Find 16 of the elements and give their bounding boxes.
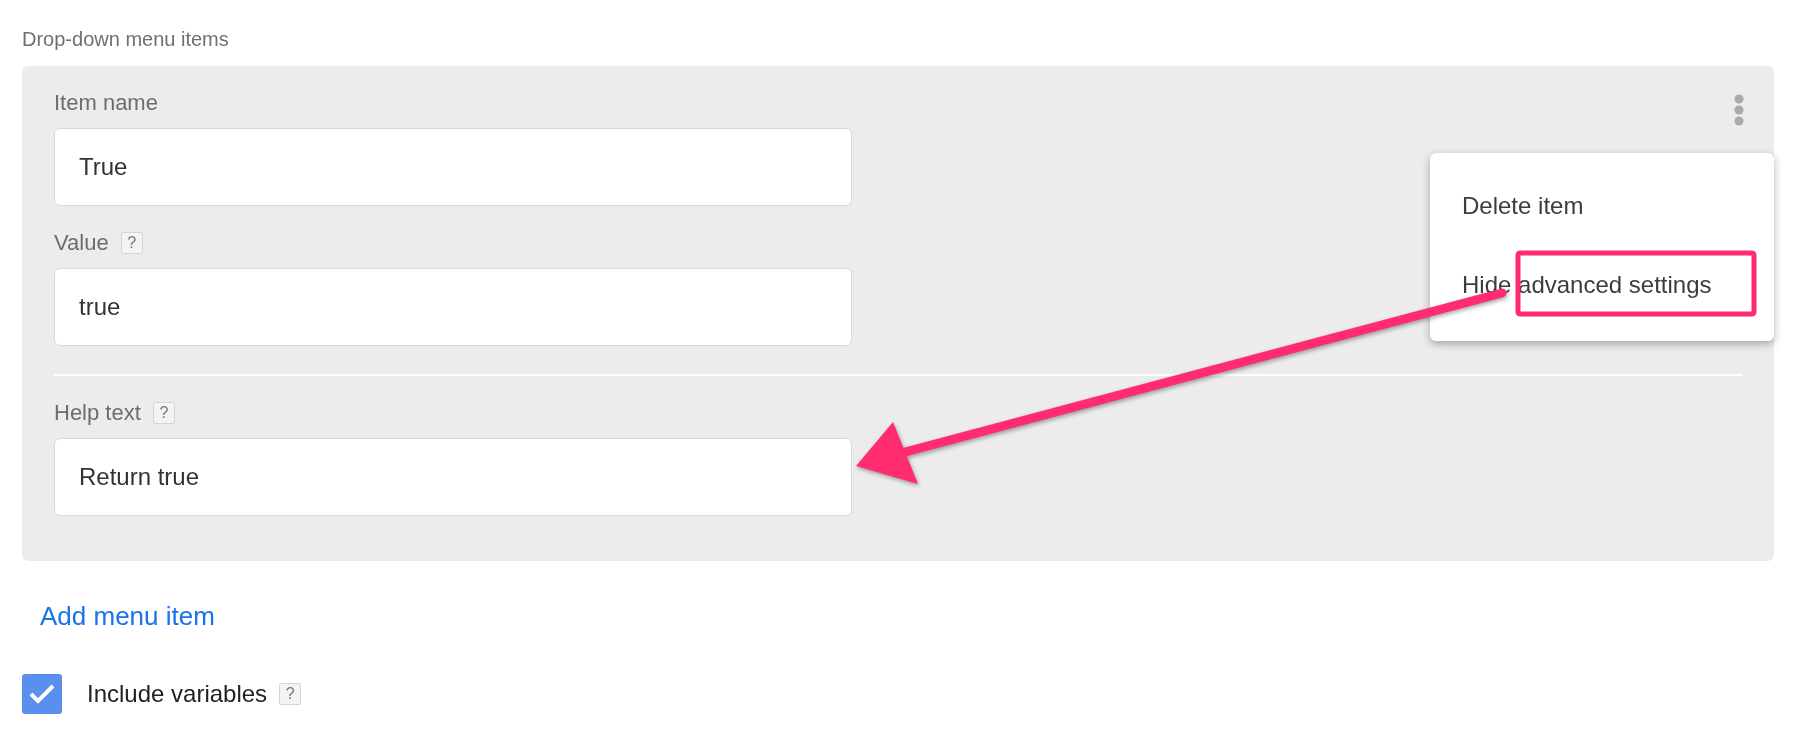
input-field[interactable]: Return true	[54, 438, 852, 516]
input-field[interactable]: true	[54, 268, 852, 346]
field-label: Value	[54, 230, 109, 256]
more-icon[interactable]	[1734, 94, 1744, 126]
help-icon[interactable]: ?	[152, 402, 175, 424]
checkbox[interactable]	[22, 674, 62, 714]
add-menu-item-link[interactable]: Add menu item	[40, 601, 215, 632]
checkmark-icon	[29, 684, 55, 704]
help-icon[interactable]: ?	[279, 683, 302, 705]
field-label: Item name	[54, 90, 158, 116]
section-label: Drop-down menu items	[22, 28, 230, 52]
help-icon[interactable]: ?	[120, 232, 143, 254]
field-label: Help text	[54, 400, 141, 426]
input-field[interactable]: True	[54, 128, 852, 206]
menu-item[interactable]: Delete item	[1430, 179, 1774, 232]
checkbox-label: Include variables	[87, 680, 268, 708]
